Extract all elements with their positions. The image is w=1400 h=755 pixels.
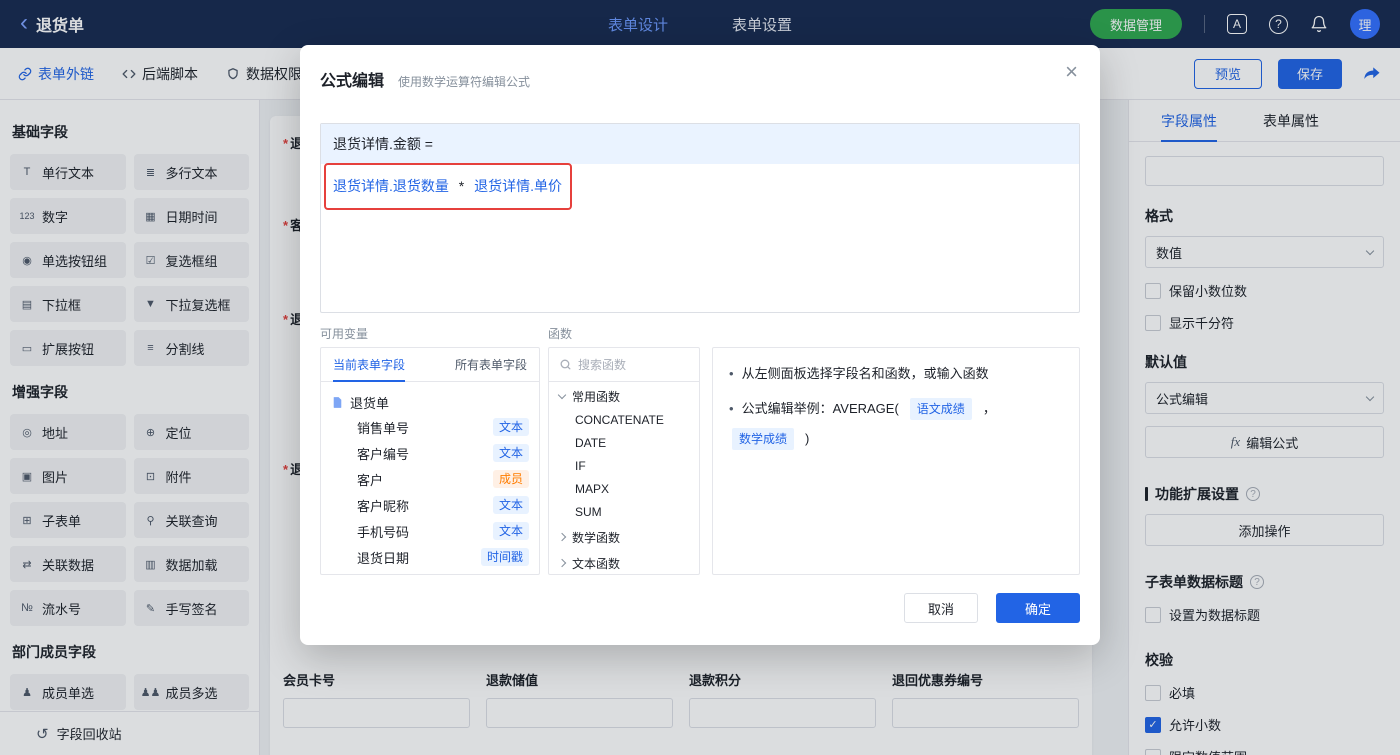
formula-field-token[interactable]: 退货详情.单价 <box>474 178 562 194</box>
variables-tree-root[interactable]: 退货单 <box>321 390 539 414</box>
available-variables-label: 可用变量 <box>320 327 369 341</box>
variables-panel: 当前表单字段 所有表单字段 退货单 销售单号 文本 客户编号 文本 客户 成员 客户昵… <box>320 347 540 575</box>
dialog-footer: 取消 确定 <box>904 593 1080 623</box>
formula-operator: * <box>458 178 465 194</box>
functions-panel: 常用函数 CONCATENATE DATE IF MAPX SUM 数学函数 文… <box>548 347 700 575</box>
bullet: • <box>729 366 734 381</box>
variable-field-row[interactable]: 销售单号 文本 <box>321 414 539 440</box>
confirm-button[interactable]: 确定 <box>996 593 1080 623</box>
formula-edit-dialog: 公式编辑 使用数学运算符编辑公式 × 退货详情.金额 = 退货详情.退货数量 *… <box>300 45 1100 645</box>
help-line: • 从左侧面板选择字段名和函数，或输入函数 <box>729 364 1063 384</box>
function-search-input[interactable] <box>578 357 689 372</box>
functions-label: 函数 <box>548 327 573 341</box>
dialog-header: 公式编辑 使用数学运算符编辑公式 <box>300 45 1100 91</box>
variable-field-row[interactable]: 客户 成员 <box>321 466 539 492</box>
formula-target: 退货详情.金额 = <box>321 124 1079 164</box>
function-item[interactable]: MAPX <box>549 477 699 500</box>
variable-field-row[interactable]: 客户昵称 文本 <box>321 492 539 518</box>
function-search[interactable] <box>549 348 699 382</box>
field-type-badge: 文本 <box>492 444 529 462</box>
field-type-badge: 成员 <box>492 470 529 488</box>
function-item[interactable]: SUM <box>549 500 699 523</box>
tab-current-form-fields[interactable]: 当前表单字段 <box>333 348 406 382</box>
formula-field-token[interactable]: 退货详情.退货数量 <box>333 178 449 194</box>
function-group-common[interactable]: 常用函数 <box>549 384 699 408</box>
bullet: • <box>729 401 734 416</box>
field-type-badge: 时间戳 <box>480 548 529 566</box>
function-item[interactable]: DATE <box>549 431 699 454</box>
function-item[interactable]: IF <box>549 454 699 477</box>
help-example-line: • 公式编辑举例：AVERAGE( 语文成绩 ， 数学成绩 ) <box>729 398 1063 450</box>
chevron-right-icon <box>557 558 567 568</box>
function-group-math[interactable]: 数学函数 <box>549 525 699 549</box>
variable-field-row[interactable]: 手机号码 文本 <box>321 518 539 544</box>
close-icon[interactable]: × <box>1065 61 1078 83</box>
formula-editor[interactable]: 退货详情.金额 = 退货详情.退货数量 * 退货详情.单价 <box>320 123 1080 313</box>
dialog-title: 公式编辑 <box>320 73 385 90</box>
document-icon <box>331 396 344 409</box>
variable-field-row[interactable]: 客户编号 文本 <box>321 440 539 466</box>
field-type-badge: 文本 <box>492 418 529 436</box>
function-item[interactable]: CONCATENATE <box>549 408 699 431</box>
tab-all-form-fields[interactable]: 所有表单字段 <box>455 348 527 381</box>
example-field-chip: 语文成绩 <box>909 398 972 420</box>
search-icon <box>559 358 572 371</box>
dialog-subtitle: 使用数学运算符编辑公式 <box>398 75 531 89</box>
chevron-right-icon <box>557 532 567 542</box>
field-type-badge: 文本 <box>492 522 529 540</box>
variable-field-row[interactable]: 退货日期 时间戳 <box>321 544 539 570</box>
field-type-badge: 文本 <box>492 496 529 514</box>
chevron-down-icon <box>557 390 567 399</box>
formula-expression[interactable]: 退货详情.退货数量 * 退货详情.单价 <box>333 176 562 196</box>
variables-tabs: 当前表单字段 所有表单字段 <box>321 348 539 382</box>
cancel-button[interactable]: 取消 <box>904 593 978 623</box>
example-field-chip: 数学成绩 <box>732 428 795 450</box>
function-group-text[interactable]: 文本函数 <box>549 551 699 574</box>
help-panel: • 从左侧面板选择字段名和函数，或输入函数 • 公式编辑举例：AVERAGE( … <box>712 347 1080 575</box>
